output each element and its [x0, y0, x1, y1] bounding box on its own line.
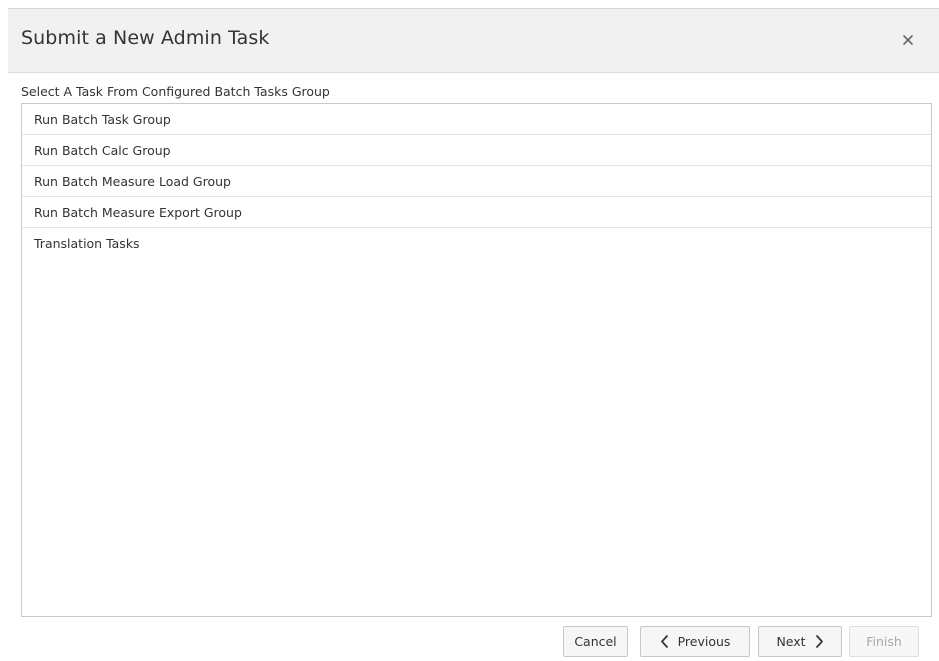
- close-icon: [903, 35, 913, 45]
- list-item-run-batch-measure-load-group[interactable]: Run Batch Measure Load Group: [22, 166, 931, 197]
- list-item-translation-tasks[interactable]: Translation Tasks: [22, 228, 931, 259]
- list-item-run-batch-task-group[interactable]: Run Batch Task Group: [22, 104, 931, 135]
- next-button-label: Next: [776, 634, 806, 649]
- list-item-run-batch-calc-group[interactable]: Run Batch Calc Group: [22, 135, 931, 166]
- dialog-header: Submit a New Admin Task: [8, 9, 939, 73]
- next-button[interactable]: Next: [758, 626, 842, 657]
- cancel-button-label: Cancel: [574, 634, 617, 649]
- admin-task-dialog: Submit a New Admin Task Select A Task Fr…: [0, 0, 939, 661]
- previous-button-label: Previous: [677, 634, 731, 649]
- close-button[interactable]: [897, 29, 919, 51]
- instruction-label: Select A Task From Configured Batch Task…: [21, 84, 330, 99]
- task-list: Run Batch Task Group Run Batch Calc Grou…: [21, 103, 932, 617]
- finish-button-label: Finish: [866, 634, 902, 649]
- dialog-title: Submit a New Admin Task: [21, 27, 270, 49]
- chevron-right-icon: [815, 635, 823, 648]
- previous-button[interactable]: Previous: [640, 626, 750, 657]
- dialog-footer: Cancel Previous Next Finish: [0, 626, 939, 658]
- cancel-button[interactable]: Cancel: [563, 626, 628, 657]
- finish-button[interactable]: Finish: [849, 626, 919, 657]
- chevron-left-icon: [660, 635, 668, 648]
- list-item-run-batch-measure-export-group[interactable]: Run Batch Measure Export Group: [22, 197, 931, 228]
